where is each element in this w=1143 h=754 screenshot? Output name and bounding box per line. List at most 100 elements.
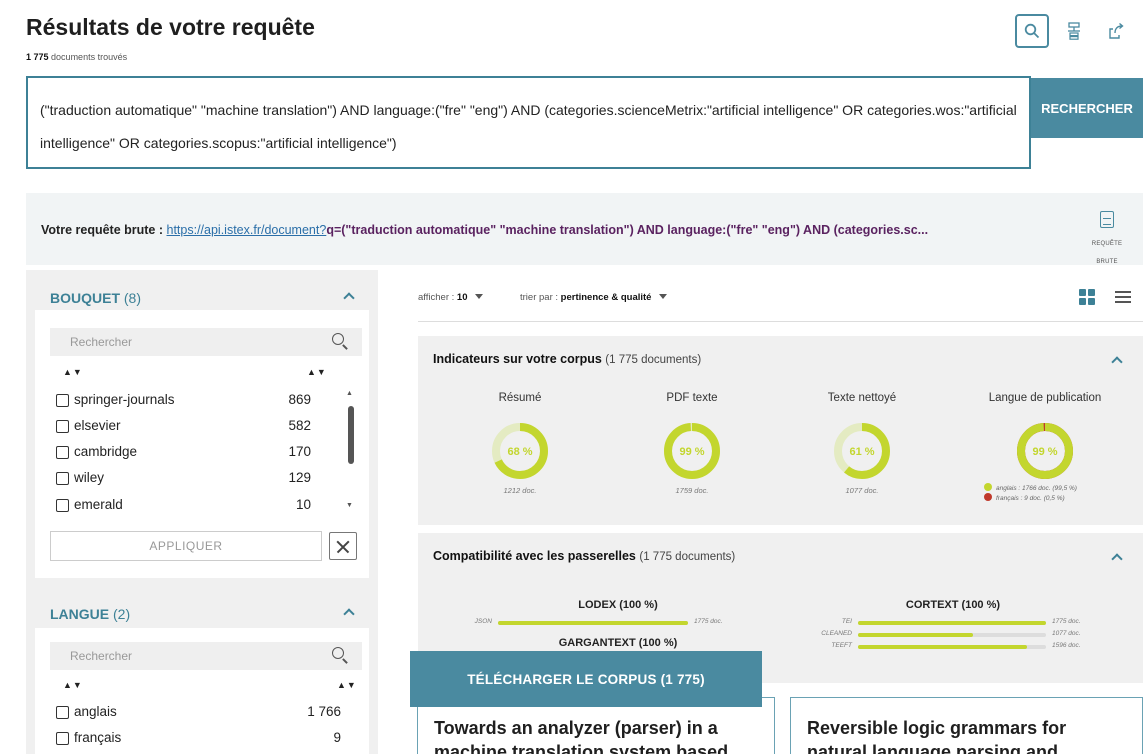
sort-label: trier par :: [520, 292, 559, 303]
scroll-down-icon[interactable]: ▼: [346, 502, 353, 509]
facet-scrollbar[interactable]: ▲ ▼: [346, 390, 354, 518]
search-icon[interactable]: [332, 647, 344, 659]
sort-value: pertinence & qualité: [560, 292, 652, 303]
checkbox[interactable]: [56, 420, 69, 433]
gauge-docs: 1212 doc.: [503, 486, 537, 495]
tree-structure-icon[interactable]: [1057, 14, 1091, 48]
collapse-langue-icon[interactable]: [344, 607, 354, 617]
checkbox[interactable]: [56, 499, 69, 512]
checkbox[interactable]: [56, 446, 69, 459]
facet-row[interactable]: cambridge 170: [56, 443, 311, 463]
donut-gauge: 99 %: [664, 423, 720, 479]
result-card[interactable]: Reversible logic grammars for natural la…: [790, 697, 1143, 754]
collapse-compat-icon[interactable]: [1112, 552, 1122, 562]
bar-key: TEEFT: [831, 642, 852, 649]
compat-subtitle: (1 775 documents): [639, 551, 736, 563]
page-title: Résultats de votre requête: [26, 14, 315, 40]
bouquet-search-input[interactable]: Rechercher: [50, 328, 362, 356]
raw-request-link[interactable]: https://api.istex.fr/document?: [167, 223, 327, 237]
legend-item: français : 9 doc. (0,5 %): [984, 493, 1077, 503]
facet-row-count: 869: [288, 392, 311, 407]
bar-fill: [858, 621, 1046, 625]
bar-row: JSON 1775 doc.: [475, 618, 768, 628]
facet-langue-label: LANGUE: [50, 606, 110, 622]
page-size-label: afficher :: [418, 292, 455, 303]
indicators-panel: Indicateurs sur votre corpus (1 775 docu…: [418, 336, 1143, 525]
facet-row-label: anglais: [74, 704, 117, 719]
checkbox[interactable]: [56, 394, 69, 407]
raw-request-text: Votre requête brute : https://api.istex.…: [41, 223, 1056, 237]
raw-request-button[interactable]: REQUÊTE BRUTE: [1083, 211, 1131, 268]
facet-row-label: wiley: [74, 470, 105, 485]
raw-request-query: q=("traduction automatique" "machine tra…: [326, 223, 929, 237]
query-input[interactable]: ("traduction automatique" "machine trans…: [26, 76, 1031, 169]
collapse-indicators-icon[interactable]: [1112, 355, 1122, 365]
chevron-down-icon: [475, 294, 484, 299]
checkbox[interactable]: [56, 732, 69, 745]
sort-by-count-icon[interactable]: ▲▼: [337, 680, 357, 690]
cortext-title: CORTEXT (100 %): [905, 599, 1001, 611]
facet-row-label: elsevier: [74, 418, 121, 433]
bar-value: 1775 doc.: [694, 618, 723, 625]
chevron-down-icon: [659, 294, 668, 299]
checkbox[interactable]: [56, 706, 69, 719]
gauge-pdf-texte: PDF texte 99 % 1759 doc.: [632, 392, 752, 495]
clear-filter-icon[interactable]: [329, 532, 357, 560]
indicators-title: Indicateurs sur votre corpus (1 775 docu…: [433, 352, 701, 366]
checkbox[interactable]: [56, 472, 69, 485]
sort-select[interactable]: trier par : pertinence & qualité: [520, 292, 668, 303]
gauge-label: PDF texte: [666, 392, 718, 404]
facet-row[interactable]: wiley 129: [56, 469, 311, 489]
raw-request-icon-label: REQUÊTE BRUTE: [1091, 241, 1123, 265]
facet-row[interactable]: anglais 1 766: [56, 703, 341, 723]
facet-langue-title[interactable]: LANGUE (2): [50, 606, 130, 622]
gauge-langue-publication: Langue de publication 99 %: [975, 392, 1115, 486]
facet-row-label: springer-journals: [74, 392, 175, 407]
result-card-title[interactable]: Reversible logic grammars for natural la…: [807, 718, 1066, 754]
facet-bouquet-label: BOUQUET: [50, 290, 120, 306]
results-toolbar: afficher : 10 trier par : pertinence & q…: [418, 272, 1143, 322]
gargantext-title: GARGANTEXT (100 %): [558, 637, 678, 649]
donut-gauge: 68 %: [492, 423, 548, 479]
grid-view-icon[interactable]: [1079, 289, 1095, 305]
sort-by-label-icon[interactable]: ▲▼: [63, 680, 83, 690]
bouquet-search-placeholder: Rechercher: [70, 335, 133, 349]
scrollbar-thumb[interactable]: [348, 406, 354, 464]
facet-bouquet-title[interactable]: BOUQUET (8): [50, 290, 141, 306]
bar-row: TEI 1775 doc.: [842, 618, 1098, 628]
facet-row[interactable]: français 9: [56, 729, 341, 749]
facet-row-count: 170: [288, 444, 311, 459]
sort-by-label-icon[interactable]: ▲▼: [63, 367, 83, 377]
documents-count-label: documents trouvés: [51, 52, 128, 62]
facet-row[interactable]: elsevier 582: [56, 417, 311, 437]
bar-row: CLEANED 1077 doc.: [821, 630, 1098, 640]
download-corpus-button[interactable]: TÉLÉCHARGER LE CORPUS (1 775): [410, 651, 762, 707]
share-export-icon[interactable]: [1099, 14, 1133, 48]
facet-row[interactable]: emerald 10: [56, 496, 311, 516]
gauge-label: Texte nettoyé: [827, 392, 897, 404]
collapse-bouquet-icon[interactable]: [344, 291, 354, 301]
facet-row[interactable]: springer-journals 869: [56, 391, 311, 411]
gauge-docs: 1759 doc.: [675, 486, 709, 495]
bar-key: TEI: [841, 618, 852, 625]
indicators-title-text: Indicateurs sur votre corpus: [433, 352, 602, 366]
search-icon[interactable]: [1015, 14, 1049, 48]
apply-button[interactable]: APPLIQUER: [50, 531, 322, 561]
documents-count-value: 1 775: [26, 52, 49, 62]
gauge-value: 61 %: [849, 446, 874, 458]
gauge-value: 99 %: [679, 446, 704, 458]
facet-row-count: 129: [288, 470, 311, 485]
donut-gauge: 99 %: [1017, 423, 1073, 479]
sort-by-count-icon[interactable]: ▲▼: [307, 367, 327, 377]
bar-value: 1775 doc.: [1052, 618, 1081, 625]
result-card-title[interactable]: Towards an analyzer (parser) in a machin…: [434, 718, 728, 754]
top-toolbar: [1015, 14, 1133, 48]
language-legend: anglais : 1766 doc. (99,5 %) français : …: [984, 483, 1077, 503]
search-button[interactable]: RECHERCHER: [1031, 78, 1143, 138]
page-size-select[interactable]: afficher : 10: [418, 292, 484, 303]
search-icon[interactable]: [332, 333, 344, 345]
list-view-icon[interactable]: [1115, 291, 1131, 303]
langue-search-input[interactable]: Rechercher: [50, 642, 362, 670]
gauge-docs: 1077 doc.: [845, 486, 879, 495]
scroll-up-icon[interactable]: ▲: [346, 390, 353, 397]
